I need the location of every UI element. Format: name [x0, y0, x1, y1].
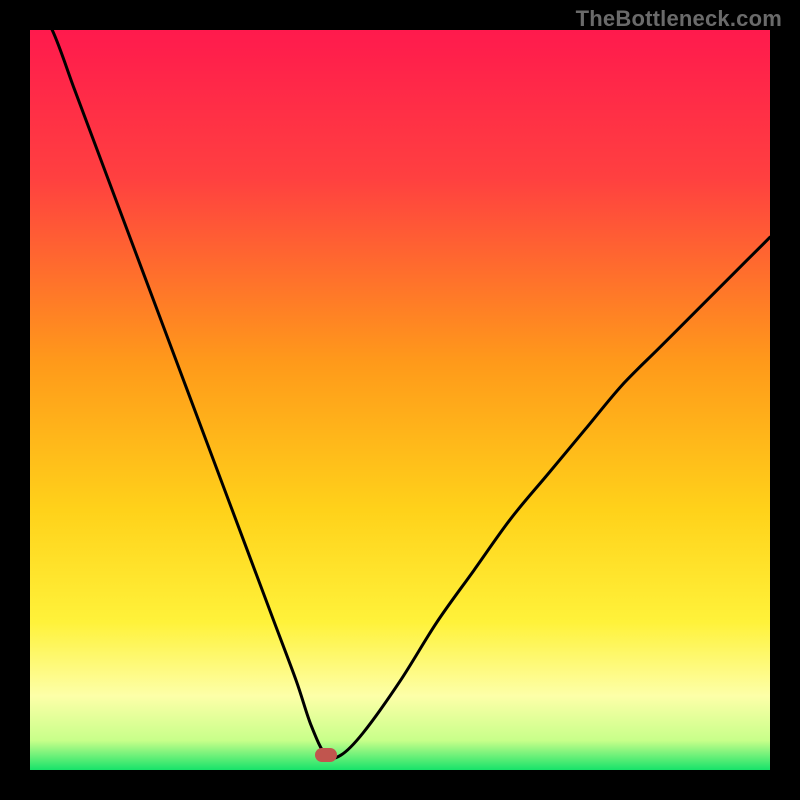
- optimal-point-marker: [315, 748, 337, 762]
- bottleneck-curve: [30, 30, 770, 770]
- chart-plot-area: [30, 30, 770, 770]
- watermark-text: TheBottleneck.com: [576, 6, 782, 32]
